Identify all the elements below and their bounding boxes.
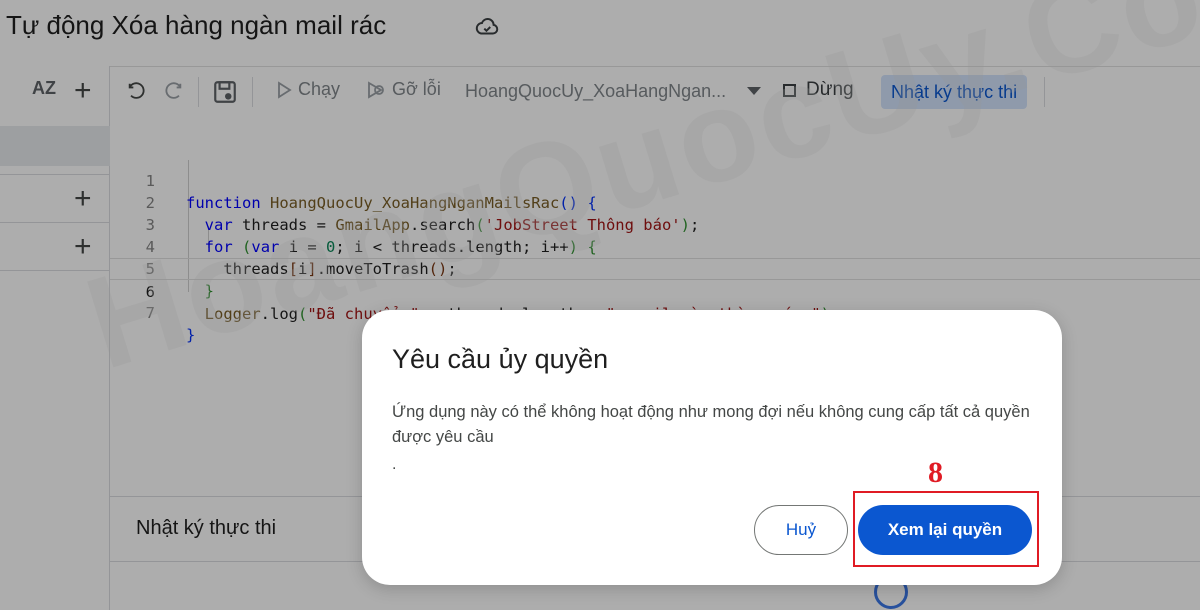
annotation-highlight-box: [853, 491, 1039, 567]
dialog-title: Yêu cầu ủy quyền: [392, 344, 609, 374]
cancel-button[interactable]: Huỷ: [754, 505, 848, 555]
dialog-body: Ứng dụng này có thể không hoạt động như …: [392, 403, 1030, 446]
annotation-step-number: 8: [928, 456, 943, 489]
dialog-trailing-text: .: [392, 456, 397, 473]
